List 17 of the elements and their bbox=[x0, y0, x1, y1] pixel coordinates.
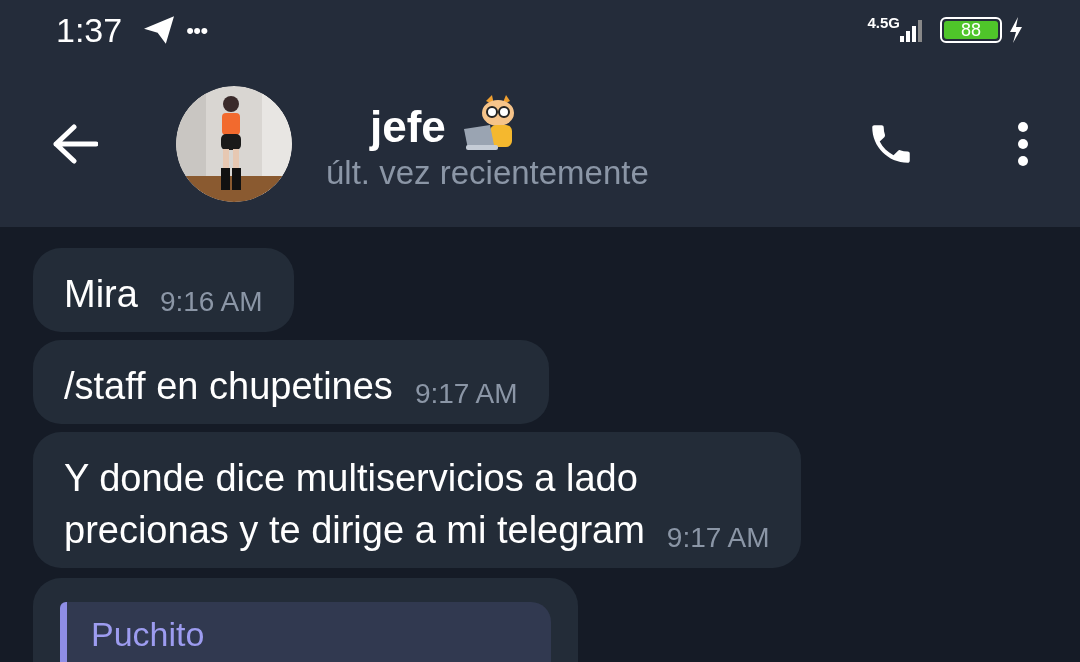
message-text: Mira bbox=[64, 272, 138, 317]
battery-icon: 88 bbox=[940, 17, 1002, 43]
network-type: 4.5G bbox=[867, 12, 900, 33]
message-time: 9:16 AM bbox=[159, 285, 263, 319]
message-text: Y donde dice multiservicios a lado precionas y te dirige a mi telegram bbox=[64, 456, 645, 553]
more-options-icon[interactable] bbox=[1016, 120, 1030, 167]
last-seen-status: últ. vez recientemente bbox=[326, 152, 649, 193]
clock: 1:37 bbox=[56, 9, 123, 51]
message-time: 9:17 AM bbox=[414, 377, 518, 411]
paper-plane-icon bbox=[142, 15, 177, 45]
notification-dots: ••• bbox=[186, 16, 208, 45]
message-text: /staff en chupetines bbox=[64, 364, 393, 409]
message-time: 9:17 AM bbox=[666, 521, 770, 555]
quote-author: Puchito bbox=[91, 615, 205, 653]
back-arrow-icon[interactable] bbox=[52, 123, 98, 164]
chat-title: jefe bbox=[370, 100, 446, 153]
reply-quote[interactable]: Puchito bbox=[60, 602, 551, 662]
